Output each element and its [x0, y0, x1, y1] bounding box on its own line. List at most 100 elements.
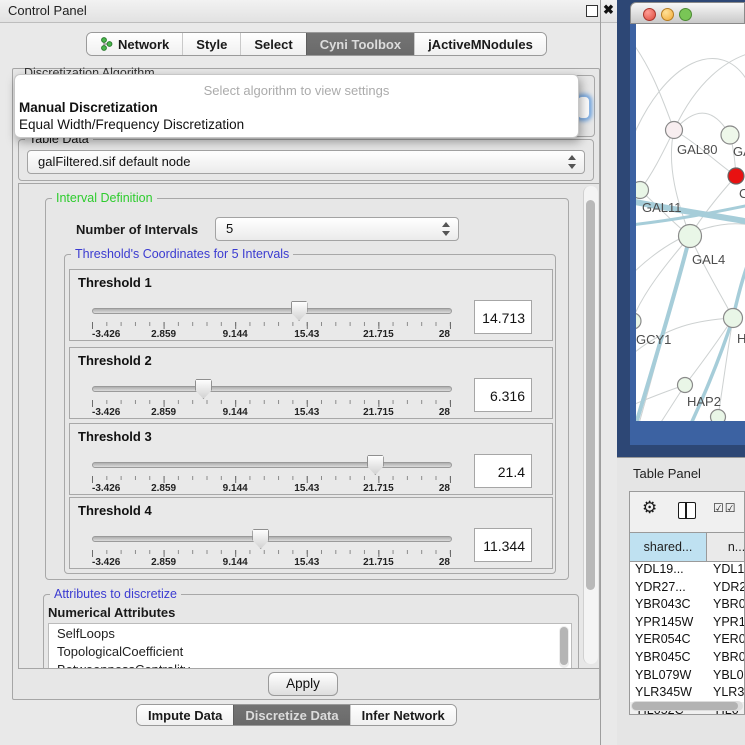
network-node[interactable]: [666, 122, 683, 139]
tab-select[interactable]: Select: [240, 33, 305, 55]
slider-scale-labels: -3.426 2.859 9.144 15.43 21.715 28: [92, 557, 450, 569]
table-row[interactable]: YPR145WYPR1: [630, 615, 745, 633]
combo-stepper-icon: [567, 155, 576, 169]
scale-label: 2.859: [151, 407, 176, 418]
cell[interactable]: YER054C: [630, 632, 707, 650]
threshold-4-slider[interactable]: -3.426 2.859 9.144 15.43 21.715 28: [92, 528, 450, 566]
slider-thumb[interactable]: [195, 379, 212, 399]
table-row[interactable]: YDR27...YDR2: [630, 580, 745, 598]
table-horizontal-scrollbar[interactable]: [631, 701, 743, 711]
algorithm-option-equal-width[interactable]: Equal Width/Frequency Discretization: [18, 117, 575, 133]
network-node[interactable]: [678, 378, 693, 393]
tab-network[interactable]: Network: [87, 33, 182, 55]
threshold-3-slider[interactable]: -3.426 2.859 9.144 15.43 21.715 28: [92, 454, 450, 492]
table-row[interactable]: YBL079WYBL0: [630, 668, 745, 686]
cell[interactable]: YDL1: [707, 562, 745, 580]
cell[interactable]: YBR045C: [630, 650, 707, 668]
cell[interactable]: YPR145W: [630, 615, 707, 633]
threshold-1-label: Threshold 1: [78, 275, 152, 290]
number-of-intervals-combobox[interactable]: 5: [215, 217, 459, 241]
cell[interactable]: YDR27...: [630, 580, 707, 598]
minimize-traffic-light[interactable]: [661, 8, 674, 21]
column-header-name[interactable]: n...: [707, 532, 745, 562]
threshold-1-value-field[interactable]: 14.713: [474, 300, 532, 334]
table-horizontal-scrollbar-thumb[interactable]: [632, 702, 738, 710]
network-node[interactable]: [721, 126, 739, 144]
column-header-shared-name[interactable]: shared...: [630, 532, 707, 562]
list-scrollbar-thumb[interactable]: [560, 627, 568, 665]
apply-button[interactable]: Apply: [268, 672, 338, 696]
node-label: GCY1: [636, 332, 671, 347]
scale-label: -3.426: [92, 483, 120, 494]
threshold-2-slider[interactable]: -3.426 2.859 9.144 15.43 21.715 28: [92, 378, 450, 416]
table-row[interactable]: YBR045CYBR0: [630, 650, 745, 668]
cell[interactable]: YBR043C: [630, 597, 707, 615]
tab-cyni-toolbox[interactable]: Cyni Toolbox: [306, 33, 414, 55]
cell[interactable]: YER0: [707, 632, 745, 650]
numerical-attributes-list[interactable]: SelfLoops TopologicalCoefficient Between…: [48, 623, 572, 669]
gear-icon[interactable]: ⚙: [642, 498, 657, 518]
table-row[interactable]: YDL19...YDL1: [630, 562, 745, 580]
slider-track[interactable]: [92, 308, 452, 314]
cell[interactable]: YBR0: [707, 597, 745, 615]
list-item[interactable]: TopologicalCoefficient: [49, 642, 571, 660]
slider-thumb[interactable]: [252, 529, 269, 549]
cell[interactable]: YDR2: [707, 580, 745, 598]
scale-label: 9.144: [223, 483, 248, 494]
algorithm-dropdown-hint: Select algorithm to view settings: [15, 83, 578, 98]
slider-track[interactable]: [92, 386, 452, 392]
network-canvas[interactable]: GAL80 GAL11 GAL4 GCY1 HAP2 GA C H: [636, 24, 745, 421]
tab-discretize-data[interactable]: Discretize Data: [233, 705, 349, 725]
close-traffic-light[interactable]: [643, 8, 656, 21]
network-window-titlebar[interactable]: [630, 2, 745, 24]
network-node[interactable]: [711, 410, 726, 422]
threshold-2-value-field[interactable]: 6.316: [474, 378, 532, 412]
tab-infer-network-label: Infer Network: [362, 708, 445, 723]
float-window-icon[interactable]: [586, 5, 598, 17]
cell[interactable]: YBL0: [707, 668, 745, 686]
network-node[interactable]: [724, 309, 743, 328]
zoom-traffic-light[interactable]: [679, 8, 692, 21]
close-icon[interactable]: ✖: [603, 2, 614, 18]
network-node-selected[interactable]: [728, 168, 744, 184]
scale-label: 28: [439, 407, 450, 418]
network-node[interactable]: [636, 182, 649, 199]
settings-scrollbar-thumb[interactable]: [586, 200, 595, 590]
scale-label: 9.144: [223, 557, 248, 568]
table-data-combobox[interactable]: galFiltered.sif default node: [27, 150, 585, 174]
network-node[interactable]: [636, 313, 641, 329]
tab-jactivemnodules[interactable]: jActiveMNodules: [414, 33, 546, 55]
split-columns-icon[interactable]: [678, 502, 696, 519]
settings-scrollbar[interactable]: [583, 186, 598, 664]
table-row[interactable]: YBR043CYBR0: [630, 597, 745, 615]
tab-infer-network[interactable]: Infer Network: [350, 705, 456, 725]
cell[interactable]: YPR1: [707, 615, 745, 633]
slider-scale-labels: -3.426 2.859 9.144 15.43 21.715 28: [92, 329, 450, 341]
table-row[interactable]: YER054CYER0: [630, 632, 745, 650]
slider-track[interactable]: [92, 462, 452, 468]
slider-thumb[interactable]: [367, 455, 384, 475]
threshold-3-value-field[interactable]: 21.4: [474, 454, 532, 488]
list-item[interactable]: SelfLoops: [49, 624, 571, 642]
list-scrollbar[interactable]: [559, 626, 569, 668]
panel-divider[interactable]: [600, 0, 601, 745]
threshold-3-panel: Threshold 3 -3.426 2.859 9.144 15.43 21.…: [69, 423, 553, 495]
cell[interactable]: YBL079W: [630, 668, 707, 686]
scale-label: 9.144: [223, 329, 248, 340]
control-panel-title: Control Panel: [8, 3, 87, 18]
threshold-4-value-field[interactable]: 11.344: [474, 528, 532, 562]
select-columns-checkboxes-icon[interactable]: ☑☑: [713, 501, 737, 515]
tab-style[interactable]: Style: [182, 33, 240, 55]
slider-thumb[interactable]: [291, 301, 308, 321]
cell[interactable]: YBR0: [707, 650, 745, 668]
threshold-1-slider[interactable]: -3.426 2.859 9.144 15.43 21.715 28: [92, 300, 450, 338]
slider-track[interactable]: [92, 536, 452, 542]
algorithm-option-manual[interactable]: Manual Discretization: [18, 100, 575, 116]
tab-impute-data[interactable]: Impute Data: [137, 705, 233, 725]
node-label-partial: H: [737, 331, 745, 346]
cell[interactable]: YDL19...: [630, 562, 707, 580]
scale-label: -3.426: [92, 557, 120, 568]
table-panel-title: Table Panel: [633, 466, 701, 481]
network-node[interactable]: [679, 225, 702, 248]
list-item[interactable]: BetweennessCentrality: [49, 660, 571, 669]
